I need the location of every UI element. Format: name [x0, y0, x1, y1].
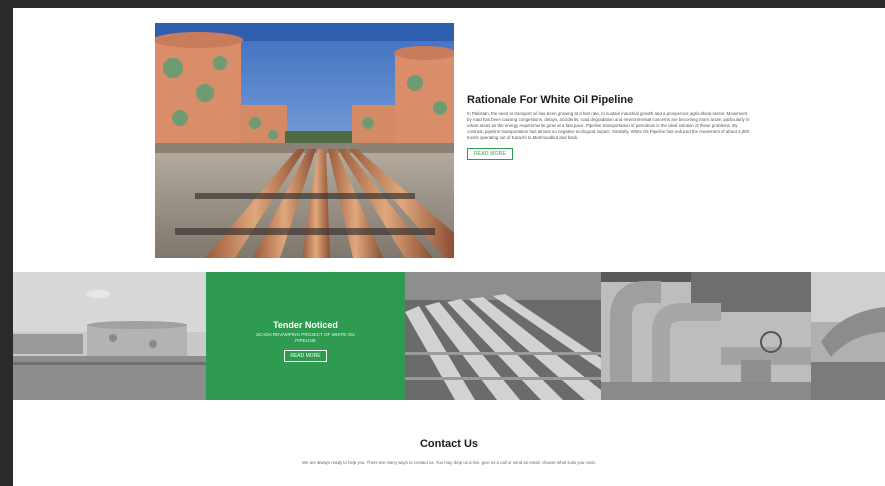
- tender-read-more-button[interactable]: READ MORE: [284, 350, 327, 362]
- rationale-read-more-button[interactable]: READ MORE: [467, 147, 514, 160]
- rationale-section: Rationale For White Oil Pipeline In Paki…: [467, 94, 752, 160]
- image-strip: Tender Noticed SCADA REVAMPING PROJECT O…: [13, 272, 885, 400]
- tender-title: Tender Noticed: [273, 320, 338, 330]
- rationale-title: Rationale For White Oil Pipeline: [467, 94, 634, 106]
- grayscale-valves-image: [601, 272, 811, 400]
- grayscale-pipes-image: [405, 272, 601, 400]
- rationale-body: In Pakistan, the need to transport oil h…: [467, 111, 750, 140]
- page: Rationale For White Oil Pipeline In Paki…: [13, 8, 885, 486]
- grayscale-tank-image: [13, 272, 206, 400]
- contact-section: Contact Us We are always ready to help y…: [13, 438, 885, 466]
- tender-subtitle: SCADA REVAMPING PROJECT OF WHITE OIL PIP…: [255, 332, 356, 343]
- contact-body: We are always ready to help you. There a…: [302, 460, 596, 465]
- contact-title: Contact Us: [419, 438, 479, 450]
- tender-notice-card: Tender Noticed SCADA REVAMPING PROJECT O…: [206, 272, 405, 400]
- grayscale-plant-image: [811, 272, 885, 400]
- storage-tanks-image: [155, 23, 454, 258]
